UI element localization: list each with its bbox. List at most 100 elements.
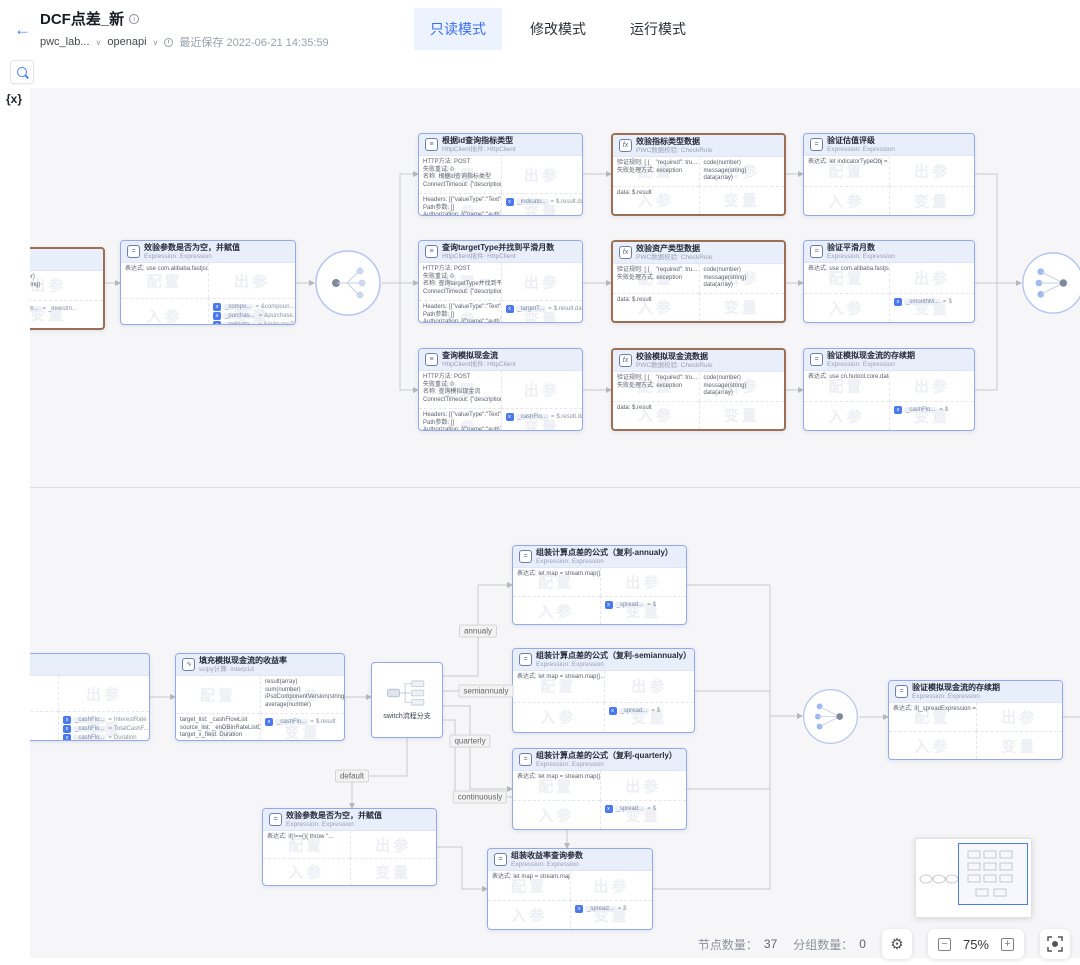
variable-badge: x_cashFlo...=$	[894, 406, 970, 414]
variable-badge: x_spread...=$	[605, 805, 683, 813]
node-merge-circle-top[interactable]	[1021, 251, 1080, 315]
node-body: 配置HTTP方法: POST失败重试: 0名称: 查询模拟现金流ConnectT…	[419, 371, 582, 431]
config-line: data(array)	[704, 175, 781, 183]
node-header: =效验参数是否为空，并赋值Expression: Expression	[121, 241, 295, 263]
node-meta: 效验指标类型数据PWC数据校验: CheckRule	[636, 137, 713, 153]
node-cell-bl: 入参target_list: _cashFlowListsource_list:…	[176, 713, 260, 741]
node-expr-cashflow-duration[interactable]: =验证模拟现金流的存续期Expression: Expression配置表达式:…	[803, 348, 975, 431]
node-title: 验证平滑月数	[827, 243, 895, 252]
zoom-level: 75%	[963, 937, 989, 952]
zoom-in-button[interactable]: +	[1001, 938, 1014, 951]
node-meta: 组装计算点差的公式（复利-annualy）Expression: Express…	[536, 548, 673, 564]
node-http-query-targettype[interactable]: ≡查询targetType并找到平滑月数HttpClient插件: HttpCl…	[418, 240, 583, 323]
node-switch-branch[interactable]: switch流程分支	[371, 662, 443, 738]
flow-canvas[interactable]: fx配置出参code(number)message(string)data(ar…	[0, 0, 1080, 965]
equals-sign: =	[43, 306, 47, 312]
node-body: 配置验证规则: [ { "required": tru...失败处理方式: ex…	[613, 157, 784, 214]
node-expr-formula-quarterly[interactable]: =组装计算点差的公式（复利-quarterly）Expression: Expr…	[512, 748, 687, 830]
api-select[interactable]: openapi	[107, 36, 146, 48]
tab-edit-mode[interactable]: 修改模式	[514, 8, 602, 50]
node-body: 配置表达式: use com.alibaba.fastjson...出参入参变量…	[804, 263, 974, 322]
node-cell-tl: 配置验证规则: [ { "required": tru...失败处理方式: ex…	[613, 157, 699, 186]
config-line: Headers: [{"valueType":"Text","n...	[423, 304, 497, 312]
variable-name: _cashFlo...	[516, 414, 549, 420]
node-cell-br: 变量x_smoothM...=$	[889, 293, 974, 323]
minimap-viewport[interactable]	[958, 843, 1028, 905]
fit-view-button[interactable]	[1040, 929, 1070, 959]
cell-watermark: 入参	[538, 805, 574, 826]
node-cell-bl: 入参data: $.result	[613, 401, 699, 430]
node-title: 效验参数是否为空，并赋值	[144, 243, 240, 252]
node-expr-duration-validate[interactable]: =验证模拟现金流的存续期Expression: Expression配置表达式:…	[888, 680, 1063, 760]
workspace-select[interactable]: pwc_lab...	[40, 36, 90, 48]
node-check-asset-type[interactable]: fx效验资产类型数据PWC数据校验: CheckRule配置验证规则: [ { …	[611, 240, 786, 323]
config-line: Authorization: [{"name":"authTyp...	[423, 427, 497, 431]
node-header: ≡根据id查询指标类型HttpClient插件: HttpClient	[419, 134, 582, 156]
info-icon[interactable]: i	[129, 14, 139, 24]
node-subtitle: PWC数据校验: CheckRule	[636, 362, 713, 369]
variable-name: _indicato...	[516, 199, 549, 205]
variable-badge: x_smoothM...=$	[894, 298, 970, 306]
zoom-out-button[interactable]: −	[938, 938, 951, 951]
node-title: 效验资产类型数据	[636, 244, 713, 253]
node-http-query-indicator-type[interactable]: ≡根据id查询指标类型HttpClient插件: HttpClient配置HTT…	[418, 133, 583, 216]
node-check-empty-assign-top[interactable]: =效验参数是否为空，并赋值Expression: Expression配置表达式…	[120, 240, 296, 325]
variable-name: _spread...	[619, 708, 650, 714]
node-meta: 效验参数是否为空，并赋值Expression: Expression	[144, 243, 240, 259]
back-button[interactable]: ←	[14, 20, 31, 40]
variable-panel-button[interactable]: {x}	[6, 92, 22, 106]
settings-button[interactable]: ⚙	[882, 929, 912, 959]
node-header: ≡查询targetType并找到平滑月数HttpClient插件: HttpCl…	[419, 241, 582, 263]
equals-sign: =	[551, 199, 555, 205]
node-cell-bl: 入参data: $.result	[613, 293, 699, 322]
variable-badge: x_cashFlo...=InterestRate	[63, 716, 145, 724]
node-check-indicator-type[interactable]: fx效验指标类型数据PWC数据校验: CheckRule配置验证规则: [ { …	[611, 133, 786, 216]
config-line: 失败处理方式: exception	[617, 275, 695, 283]
switch-label: switch流程分支	[383, 711, 430, 721]
node-expr-valuation-rating[interactable]: =验证估值评级Expression: Expression配置表达式: let …	[803, 133, 975, 216]
node-split-circle[interactable]	[314, 249, 382, 317]
variable-badge: x_cashFlo...=$.result.dat...	[506, 413, 579, 421]
edge-label-annualy: annualy	[459, 625, 497, 638]
node-expr-yield-query-params[interactable]: =组装收益率查询参数Expression: Expression配置表达式: l…	[487, 848, 653, 930]
node-check-cashflow[interactable]: fx校验模拟现金流数据PWC数据校验: CheckRule配置验证规则: [ {…	[611, 348, 786, 431]
node-cell-br: 变量x_cashFlo...=$.result.dat...	[501, 408, 583, 431]
variable-name: _cashFlo...	[73, 726, 106, 732]
node-merge-circle-bottom[interactable]	[802, 688, 859, 745]
variable-icon: x	[894, 406, 902, 414]
node-scipy-fill-yield[interactable]: ∿填充模拟现金流的收益率scipy计算: interp1d配置出参result(…	[175, 653, 345, 741]
left-gutter: {x}	[0, 88, 30, 958]
node-body: 配置表达式: use cn.hutool.core.date...出参入参变量x…	[804, 371, 974, 430]
node-meta: 效验资产类型数据PWC数据校验: CheckRule	[636, 244, 713, 260]
node-cell-br: 变量	[976, 731, 1063, 759]
config-line: data: $.result	[617, 405, 695, 413]
edge-label-continuously: continuously	[453, 791, 507, 804]
scipy-plugin-icon: ∿	[182, 658, 195, 671]
node-check-empty-assign-bottom[interactable]: =效验参数是否为空，并赋值Expression: Expression配置表达式…	[262, 808, 437, 886]
gear-icon: ⚙	[890, 935, 903, 953]
node-header: ∿填充模拟现金流的收益率scipy计算: interp1d	[176, 654, 344, 676]
node-expr-formula-semiannualy[interactable]: =组装计算点差的公式（复利-semiannualy）Expression: Ex…	[512, 648, 695, 733]
node-header: =组装计算点差的公式（复利-quarterly）Expression: Expr…	[513, 749, 686, 771]
node-meta: 验证估值评级Expression: Expression	[827, 136, 895, 152]
node-subtitle: Expression: Expression	[827, 146, 895, 153]
tab-run-mode[interactable]: 运行模式	[614, 8, 702, 50]
config-line: 表达式: let map = stream.map()...	[517, 571, 596, 579]
node-body: 配置验证规则: [ { "required": tru...失败处理方式: ex…	[613, 372, 784, 429]
node-subtitle: Expression: Expression	[144, 253, 240, 260]
tab-readonly-mode[interactable]: 只读模式	[414, 8, 502, 50]
node-http-query-cashflow[interactable]: ≡查询模拟现金流HttpClient插件: HttpClient配置HTTP方法…	[418, 348, 583, 431]
node-header: ≡查询模拟现金流HttpClient插件: HttpClient	[419, 349, 582, 371]
variable-value: $	[623, 906, 626, 912]
node-expr-formula-annualy[interactable]: =组装计算点差的公式（复利-annualy）Expression: Expres…	[512, 545, 687, 625]
search-button[interactable]	[10, 60, 34, 84]
minimap[interactable]	[915, 838, 1032, 918]
cell-watermark: 入参	[540, 707, 576, 728]
node-cell-tl: 配置表达式: let map = stream.map()...	[488, 871, 570, 900]
variable-value: $	[657, 708, 660, 714]
cell-watermark: 变量	[1001, 735, 1037, 756]
node-expr-smooth-month[interactable]: =验证平滑月数Expression: Expression配置表达式: use …	[803, 240, 975, 323]
node-subtitle: PWC数据校验: CheckRule	[636, 254, 713, 261]
equals-sign: =	[255, 304, 259, 310]
config-line: message(string)	[704, 275, 781, 283]
